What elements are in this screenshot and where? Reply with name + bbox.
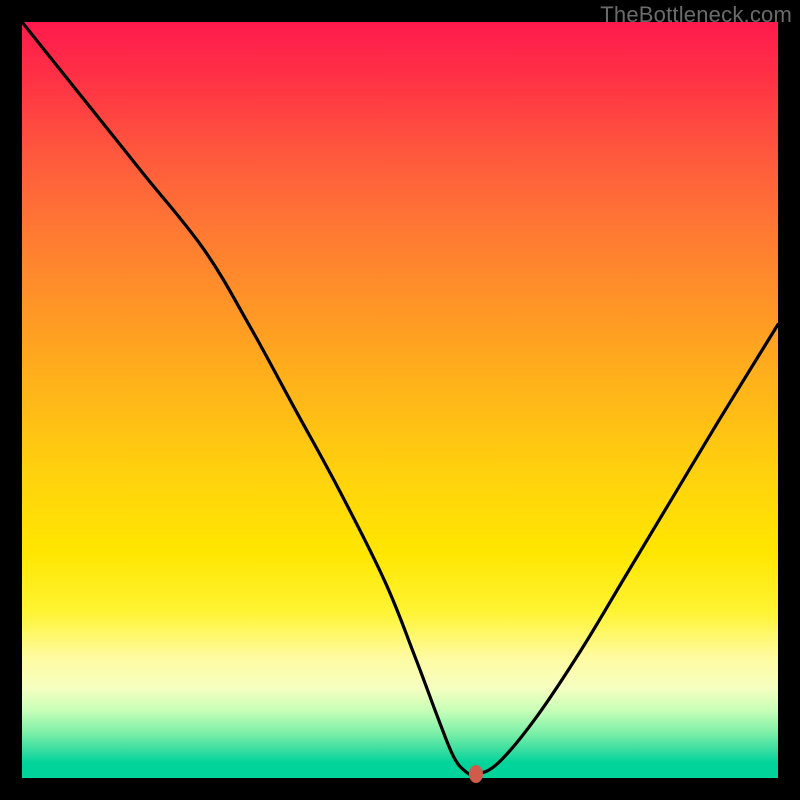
chart-plot-area [22, 22, 778, 778]
watermark-text: TheBottleneck.com [600, 2, 792, 28]
optimum-marker [469, 765, 483, 783]
